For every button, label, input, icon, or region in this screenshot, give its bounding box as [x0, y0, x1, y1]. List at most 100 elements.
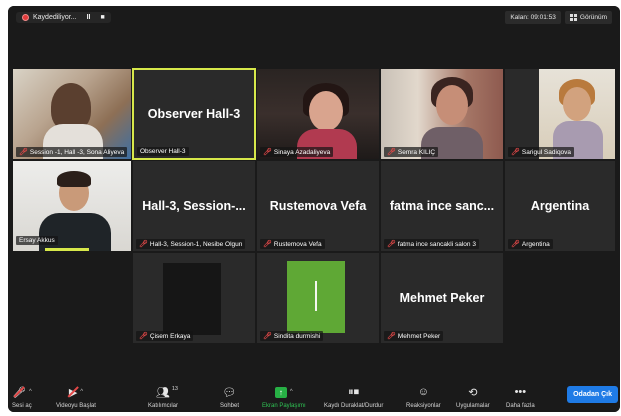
participant-display-name: Hall-3, Session-...	[142, 199, 246, 213]
participants-icon: 👥︎	[156, 386, 170, 399]
more-button[interactable]: ••• Daha fazla	[506, 385, 535, 409]
time-remaining: Kalan: 09:01:53	[505, 10, 561, 24]
participant-name-label: 🎤︎ Semra KILIÇ	[384, 147, 439, 157]
participant-display-name: Mehmet Peker	[399, 291, 485, 305]
mic-off-icon: 🎤︎	[139, 241, 148, 248]
participant-tile[interactable]: 🎤︎ Sarigul Sadiqova	[504, 68, 616, 160]
chevron-up-icon[interactable]: ^	[29, 389, 32, 395]
meeting-window: Kaydediliyor... II ■ Kalan: 09:01:53 Gör…	[8, 6, 620, 412]
more-dots-icon: •••	[514, 386, 527, 398]
participant-name-label: Observer Hall-3	[137, 147, 189, 156]
participant-name: Sindita durmishi	[273, 332, 321, 340]
share-label: Ekran Paylaşımı	[262, 403, 306, 409]
participant-name: Sarigul Sadiqova	[521, 148, 572, 156]
participants-label: Katılımcılar	[148, 403, 179, 409]
participant-video	[257, 253, 379, 343]
chat-button[interactable]: 💬︎ Sohbet	[220, 385, 240, 410]
mic-off-icon: 🎤︎	[139, 333, 148, 340]
participant-name: Ersay Akkus	[19, 237, 55, 244]
more-label: Daha fazla	[506, 403, 535, 409]
participant-name: Çisem Erkaya	[149, 332, 191, 340]
mic-off-icon: 🎤︎	[387, 149, 396, 156]
mic-off-icon: 🎤︎	[263, 149, 272, 156]
chat-label: Sohbet	[220, 403, 240, 409]
participant-name-label: 🎤︎ Rustemova Vefa	[260, 239, 325, 249]
pause-recording-button[interactable]: II	[87, 14, 91, 21]
participant-name-label: 🎤︎ Argentina	[508, 239, 553, 249]
video-camera-off-icon: ▶︎	[67, 386, 79, 399]
chevron-up-icon[interactable]: ^	[80, 389, 83, 395]
participant-name-label: Ersay Akkus	[16, 236, 58, 245]
participant-tile[interactable]: Mehmet Peker 🎤︎ Mehmet Peker	[380, 252, 504, 344]
participant-name: Semra KILIÇ	[397, 148, 436, 156]
participant-name-label: 🎤︎ Session -1, Hall -3, Sona Aliyeva	[16, 147, 128, 157]
chat-bubble-icon: 💬︎	[222, 386, 237, 399]
participant-display-name: Argentina	[530, 199, 590, 213]
participant-tile[interactable]: 🎤︎ Semra KILIÇ	[380, 68, 504, 160]
participant-name: Sinaya Azadaliyeva	[273, 148, 331, 156]
participants-count: 13	[171, 386, 178, 392]
mic-off-icon: 🎤︎	[19, 149, 28, 156]
participant-video	[381, 69, 503, 159]
leave-meeting-button[interactable]: Odadan Çık	[567, 386, 618, 403]
apps-icon: ⟲	[468, 386, 478, 399]
video-label: Videoyu Başlat	[56, 403, 96, 409]
pause-stop-recording-button[interactable]: ⏸︎⏹︎ Kaydı Duraklat/Durdur	[324, 385, 384, 410]
mute-label: Sesi aç	[12, 403, 32, 409]
grid-view-icon	[569, 13, 577, 21]
participant-tile[interactable]: fatma ince sanc... 🎤︎ fatma ince sancakl…	[380, 160, 504, 252]
microphone-muted-icon: 🎤︎	[12, 386, 26, 399]
apps-label: Uygulamalar	[456, 403, 490, 409]
participant-display-name: Observer Hall-3	[147, 107, 241, 121]
participant-name: Hall-3, Session-1, Nesibe Olgun	[149, 240, 243, 248]
participant-tile[interactable]: Ersay Akkus	[12, 160, 132, 252]
participant-display-name: Rustemova Vefa	[269, 199, 367, 213]
record-label: Kaydı Duraklat/Durdur	[324, 403, 384, 409]
pause-stop-icon: ⏸︎⏹︎	[348, 385, 360, 398]
view-button[interactable]: Görünüm	[564, 10, 612, 24]
participant-tile[interactable]: 🎤︎ Session -1, Hall -3, Sona Aliyeva	[12, 68, 132, 160]
mic-off-icon: 🎤︎	[387, 241, 396, 248]
top-bar: Kaydediliyor... II ■ Kalan: 09:01:53 Gör…	[8, 6, 620, 28]
recording-indicator: Kaydediliyor... II ■	[16, 11, 111, 23]
participant-name: Argentina	[521, 240, 550, 248]
share-screen-button[interactable]: ↑ ^ Ekran Paylaşımı	[262, 385, 306, 409]
start-video-button[interactable]: ▶︎ ^ Videoyu Başlat	[56, 385, 96, 410]
mic-off-icon: 🎤︎	[511, 149, 520, 156]
participant-tile-active[interactable]: Observer Hall-3 Observer Hall-3	[132, 68, 256, 160]
participant-name: fatma ince sancakli salon 3	[397, 240, 476, 248]
stop-recording-button[interactable]: ■	[100, 14, 104, 21]
participant-name-label: 🎤︎ Çisem Erkaya	[136, 331, 194, 341]
reactions-button[interactable]: ☺︎ Reaksiyonlar	[406, 385, 441, 409]
participant-tile[interactable]: 🎤︎ Sindita durmishi	[256, 252, 380, 344]
participant-video	[257, 69, 379, 159]
recording-dot-icon	[22, 13, 29, 21]
participant-video	[13, 69, 131, 159]
reaction-icon: ☺︎	[417, 386, 429, 398]
participant-tile[interactable]: 🎤︎ Çisem Erkaya	[132, 252, 256, 344]
participant-name-label: 🎤︎ Hall-3, Session-1, Nesibe Olgun	[136, 239, 246, 249]
recording-label: Kaydediliyor...	[33, 13, 77, 21]
participant-name: Rustemova Vefa	[273, 240, 322, 248]
participants-button[interactable]: 👥︎ 13 Katılımcılar	[148, 385, 178, 409]
apps-button[interactable]: ⟲ Uygulamalar	[456, 385, 490, 410]
meeting-toolbar: 🎤︎ ^ Sesi aç ▶︎ ^ Videoyu Başlat 👥︎ 13 K…	[8, 372, 620, 412]
mic-off-icon: 🎤︎	[263, 241, 272, 248]
participant-display-name: fatma ince sanc...	[389, 199, 495, 213]
view-label: Görünüm	[579, 13, 607, 21]
participant-tile[interactable]: Argentina 🎤︎ Argentina	[504, 160, 616, 252]
participant-name-label: 🎤︎ Mehmet Peker	[384, 331, 444, 341]
mic-off-icon: 🎤︎	[511, 241, 520, 248]
participant-name-label: 🎤︎ Sarigul Sadiqova	[508, 147, 575, 157]
mute-button[interactable]: 🎤︎ ^ Sesi aç	[12, 385, 32, 410]
participant-name: Session -1, Hall -3, Sona Aliyeva	[29, 148, 125, 156]
participant-name: Observer Hall-3	[140, 148, 186, 155]
participant-tile[interactable]: Hall-3, Session-... 🎤︎ Hall-3, Session-1…	[132, 160, 256, 252]
participant-tile[interactable]: 🎤︎ Sinaya Azadaliyeva	[256, 68, 380, 160]
share-screen-icon: ↑	[274, 386, 287, 398]
reactions-label: Reaksiyonlar	[406, 403, 441, 409]
participant-video	[539, 69, 615, 159]
participant-tile[interactable]: Rustemova Vefa 🎤︎ Rustemova Vefa	[256, 160, 380, 252]
mic-off-icon: 🎤︎	[387, 333, 396, 340]
chevron-up-icon[interactable]: ^	[290, 389, 293, 395]
